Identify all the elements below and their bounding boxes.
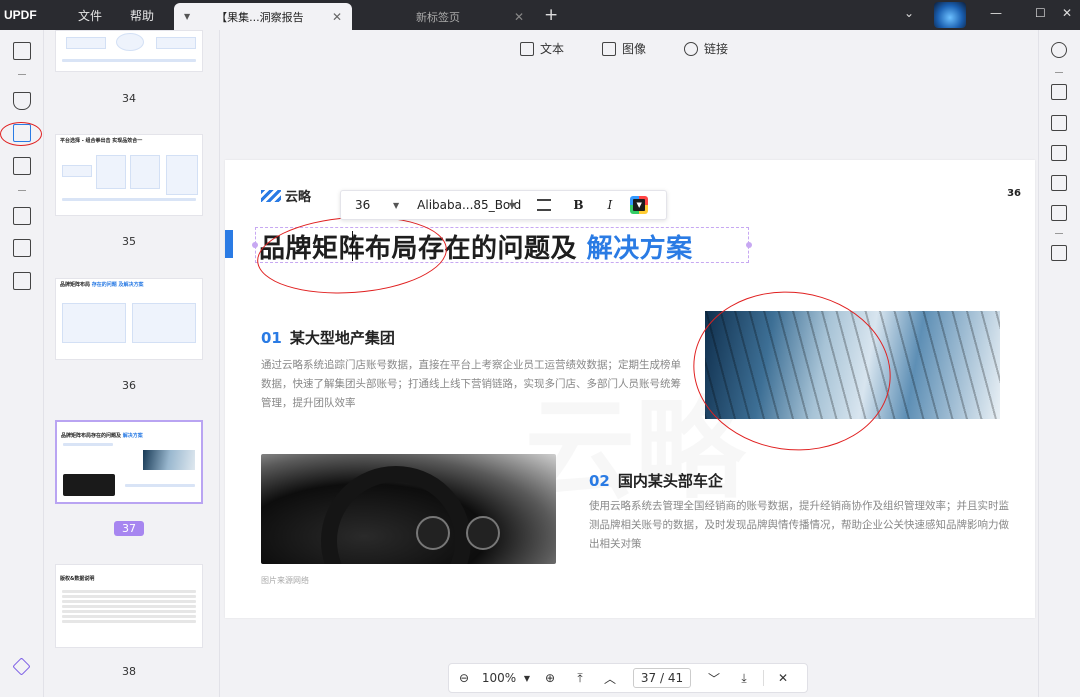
tab-dropdown-icon[interactable]: ▼ (184, 12, 190, 21)
tab-close-icon[interactable]: ✕ (514, 10, 524, 24)
brand-mark-icon (261, 189, 281, 202)
add-image-button[interactable]: 图像 (602, 40, 646, 57)
page-navigation-bar: ⊖ 100% ▼ ⊕ ⤒ ︿ 37 / 41 ﹀ ⤓ ✕ (448, 663, 808, 693)
add-link-label: 链接 (704, 42, 729, 56)
crop-icon[interactable] (13, 239, 31, 257)
zoom-level-select[interactable]: 100% (479, 671, 519, 685)
page-number-label: 37 (114, 521, 144, 536)
page-number-input[interactable]: 37 / 41 (633, 668, 691, 688)
last-page-icon[interactable]: ⤓ (729, 671, 759, 686)
ocr-icon[interactable] (1051, 84, 1067, 100)
chevron-down-icon: ▼ (633, 199, 646, 211)
page-number-label: 35 (122, 235, 136, 248)
menu-help[interactable]: 帮助 (116, 7, 168, 24)
app-logo: UPDF (4, 8, 37, 22)
tab-document[interactable]: ▼ 【果集...洞察报告 ✕ (174, 3, 352, 30)
layers-icon[interactable] (12, 657, 31, 676)
reader-icon[interactable] (13, 42, 31, 60)
section-1-body: 通过云略系统追踪门店账号数据，直接在平台上考察企业员工运营绩效数据；定期生成榜单… (261, 359, 681, 409)
link-icon (684, 41, 699, 56)
next-page-icon[interactable]: ﹀ (699, 670, 729, 687)
bold-button[interactable]: B (573, 198, 583, 212)
search-icon[interactable] (1051, 42, 1067, 58)
thumbnail-title: 版权&数据说明 (60, 576, 95, 582)
protect-icon[interactable] (1051, 145, 1067, 161)
close-nav-icon[interactable]: ✕ (768, 671, 798, 685)
thumbnail-title: 平台选择 - 组合拳出击 实现品效合一 (60, 138, 143, 144)
page-number-label: 38 (122, 665, 136, 678)
menu-file[interactable]: 文件 (64, 7, 116, 24)
thumbnail-page-34[interactable] (55, 30, 203, 72)
page-number-label: 36 (122, 379, 136, 392)
comment-icon[interactable] (13, 92, 31, 110)
thumbnail-page-35[interactable]: 平台选择 - 组合拳出击 实现品效合一 (55, 134, 203, 216)
convert-icon[interactable] (1051, 115, 1067, 131)
zoom-out-icon[interactable]: ⊖ (449, 671, 479, 685)
slide-page-number: 36 (1007, 188, 1021, 199)
brand-logo: 云略 (261, 186, 311, 205)
divider (1055, 72, 1063, 73)
thumbnail-page-38[interactable]: 版权&数据说明 (55, 564, 203, 648)
first-page-icon[interactable]: ⤒ (565, 671, 595, 686)
divider (18, 74, 26, 75)
tab-new[interactable]: 新标签页 ✕ (356, 3, 534, 30)
italic-button[interactable]: I (607, 198, 612, 212)
tab-close-icon[interactable]: ✕ (332, 10, 342, 24)
thumbnail-title: 品牌矩阵布局存在的问题及 解决方案 (61, 433, 143, 439)
add-text-label: 文本 (540, 42, 565, 56)
car-interior-photo[interactable] (261, 454, 556, 564)
text-icon (520, 41, 534, 56)
heading-accent-bar (225, 230, 233, 258)
minimize-icon[interactable]: — (990, 6, 1002, 20)
resize-handle[interactable] (746, 242, 752, 248)
thumbnail-title: 品牌矩阵布局 存在的问题 及解决方案 (60, 282, 144, 288)
align-icon[interactable] (537, 199, 552, 211)
divider (1055, 233, 1063, 234)
chevron-down-icon[interactable]: ▼ (509, 201, 515, 210)
annotation-circle (254, 210, 450, 300)
email-icon[interactable] (1051, 205, 1067, 221)
font-family-select[interactable]: Alibaba...85_Bold (417, 198, 521, 212)
image-icon (602, 41, 617, 56)
divider (18, 190, 26, 191)
pdf-page: 云略 云略 36 品牌矩阵布局存在的问题及 解决方案 36 ▼ Alibaba.… (225, 160, 1035, 618)
thumbnail-panel: 34 平台选择 - 组合拳出击 实现品效合一 35 品牌矩阵布局 存在的问题 及… (44, 30, 220, 697)
zoom-in-icon[interactable]: ⊕ (535, 671, 565, 685)
document-view: 文本 图像 链接 云略 云略 36 品牌矩阵布局存在的问题及 解决方案 36 ▼… (220, 30, 1038, 697)
right-toolbar (1038, 30, 1080, 697)
title-bar: UPDF 文件 帮助 ▼ 【果集...洞察报告 ✕ 新标签页 ✕ + ⌄ — ☐… (0, 0, 1080, 30)
save-icon[interactable] (1051, 245, 1067, 261)
text-format-bar: 36 ▼ Alibaba...85_Bold ▼ B I ▼ (340, 190, 667, 220)
tab-label: 新标签页 (416, 10, 460, 24)
add-link-button[interactable]: 链接 (684, 40, 728, 57)
maximize-icon[interactable]: ☐ (1035, 6, 1046, 20)
tab-label: 【果集...洞察报告 (216, 10, 304, 24)
new-tab-icon[interactable]: + (544, 5, 558, 25)
previous-page-icon[interactable]: ︿ (595, 670, 625, 687)
resize-handle[interactable] (252, 242, 258, 248)
chevron-down-icon[interactable]: ⌄ (904, 6, 914, 20)
add-text-button[interactable]: 文本 (520, 40, 564, 57)
chevron-down-icon[interactable]: ▼ (393, 201, 399, 210)
form-icon[interactable] (13, 157, 31, 175)
page-number-label: 34 (122, 92, 136, 105)
font-size-select[interactable]: 36 (355, 198, 393, 212)
annotation-circle (0, 122, 42, 146)
share-icon[interactable] (1051, 175, 1067, 191)
window-close-icon[interactable]: ✕ (1062, 6, 1072, 20)
edit-toolbar: 文本 图像 链接 (520, 40, 728, 57)
thumbnail-page-37[interactable]: 品牌矩阵布局存在的问题及 解决方案 (55, 420, 203, 504)
section-1-title: 01 某大型地产集团 (261, 329, 395, 347)
image-caption: 图片来源网络 (261, 576, 309, 585)
thumbnail-page-36[interactable]: 品牌矩阵布局 存在的问题 及解决方案 (55, 278, 203, 360)
page-tools-icon[interactable] (13, 272, 31, 290)
section-2-title: 02 国内某头部车企 (589, 472, 723, 490)
color-picker-button[interactable]: ▼ (630, 196, 649, 214)
chevron-down-icon[interactable]: ▼ (519, 674, 535, 683)
section-2-body: 使用云略系统去管理全国经销商的账号数据，提升经销商协作及组织管理效率；并且实时监… (589, 500, 1009, 550)
add-image-label: 图像 (622, 42, 647, 56)
avatar[interactable] (934, 2, 966, 28)
organize-pages-icon[interactable] (13, 207, 31, 225)
left-toolbar (0, 30, 44, 697)
